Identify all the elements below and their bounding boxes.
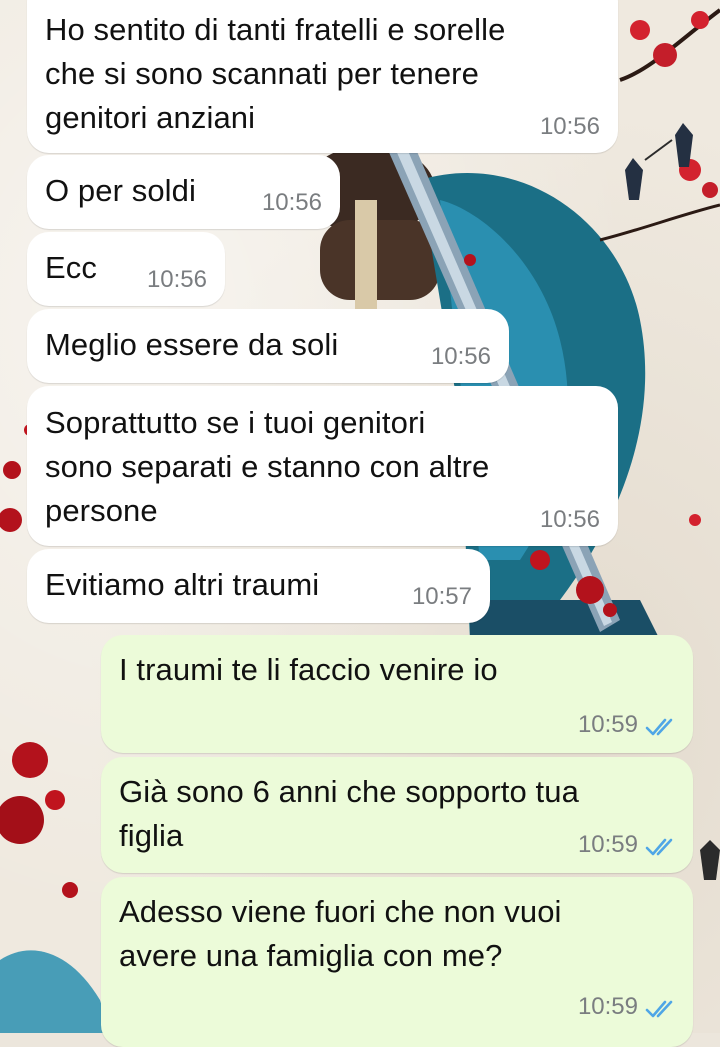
double-check-icon	[645, 718, 673, 736]
message-bubble-incoming[interactable]: Ho sentito di tanti fratelli e sorelle c…	[27, 0, 618, 153]
message-bubble-incoming[interactable]: Meglio essere da soli 10:56	[27, 309, 509, 383]
message-bubble-incoming[interactable]: Evitiamo altri traumi 10:57	[27, 549, 490, 623]
message-timestamp: 10:59	[577, 831, 638, 858]
message-text: Già sono 6 anni che sopporto tua figlia	[119, 774, 579, 853]
message-timestamp: 10:59	[577, 993, 638, 1020]
message-timestamp: 10:56	[261, 189, 322, 216]
message-text: O per soldi	[45, 173, 196, 208]
message-bubble-incoming[interactable]: Soprattutto se i tuoi genitori sono sepa…	[27, 386, 618, 546]
message-bubble-outgoing[interactable]: Già sono 6 anni che sopporto tua figlia …	[101, 757, 693, 873]
message-bubble-incoming[interactable]: Ecc 10:56	[27, 232, 225, 306]
message-timestamp: 10:56	[430, 343, 491, 370]
message-timestamp: 10:57	[411, 583, 472, 610]
message-timestamp: 10:56	[146, 266, 207, 293]
message-text: Ecc	[45, 250, 97, 285]
message-text: Ho sentito di tanti fratelli e sorelle c…	[45, 12, 506, 135]
message-text: Soprattutto se i tuoi genitori sono sepa…	[45, 405, 490, 528]
message-timestamp: 10:59	[577, 711, 638, 738]
message-bubble-outgoing[interactable]: I traumi te li faccio venire io 10:59	[101, 635, 693, 753]
chat-messages: Ho sentito di tanti fratelli e sorelle c…	[0, 0, 720, 1047]
message-text: Adesso viene fuori che non vuoi avere un…	[119, 894, 562, 973]
double-check-icon	[645, 1000, 673, 1018]
message-timestamp: 10:56	[539, 506, 600, 533]
message-bubble-incoming[interactable]: O per soldi 10:56	[27, 155, 340, 229]
double-check-icon	[645, 838, 673, 856]
message-bubble-outgoing[interactable]: Adesso viene fuori che non vuoi avere un…	[101, 877, 693, 1047]
message-timestamp: 10:56	[539, 113, 600, 140]
message-text: Evitiamo altri traumi	[45, 567, 320, 602]
message-text: I traumi te li faccio venire io	[119, 652, 498, 687]
message-text: Meglio essere da soli	[45, 327, 339, 362]
